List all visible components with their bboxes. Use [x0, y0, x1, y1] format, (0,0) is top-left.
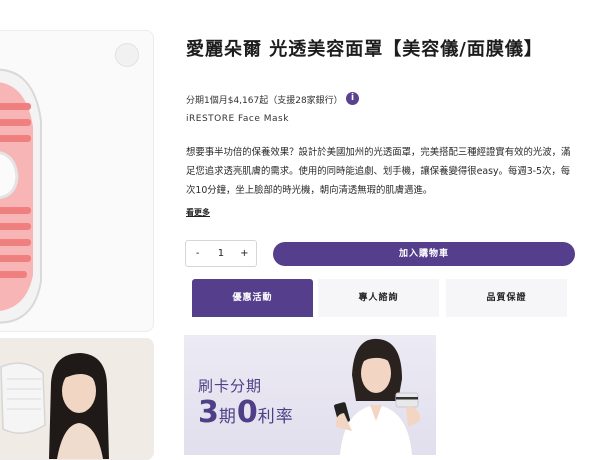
promo-interest-number: 0 [236, 395, 258, 430]
installment-promo-banner[interactable]: 刷卡分期 3期0利率 [184, 335, 436, 455]
brand-name: iRESTORE Face Mask [186, 114, 289, 124]
tab-consultation[interactable]: 專人諮詢 [318, 279, 439, 317]
decrease-quantity-button[interactable]: - [186, 248, 209, 259]
promo-rate: 3期0利率 [198, 395, 294, 430]
product-description: 想要事半功倍的保養效果？設計於美國加州的光透面罩，完美搭配三種經證實有效的光波，… [186, 147, 571, 196]
product-title: 愛麗朵爾 光透美容面罩【美容儀/面膜儀】 [186, 39, 543, 60]
tab-quality-guarantee[interactable]: 品質保證 [446, 279, 567, 317]
installment-text: 分期1個月$4,167起（支援28家銀行） [186, 96, 343, 106]
model-wearing-mask-photo [0, 339, 153, 459]
product-main-image[interactable] [0, 30, 154, 332]
promo-installments-unit: 期 [218, 407, 237, 427]
quantity-value[interactable]: 1 [209, 248, 232, 259]
promo-heading: 刷卡分期 [198, 377, 263, 395]
light-mask-illustration [0, 68, 42, 324]
quantity-stepper: - 1 + [185, 240, 257, 267]
tab-promotions[interactable]: 優惠活動 [192, 279, 313, 317]
increase-quantity-button[interactable]: + [233, 248, 256, 259]
zoom-icon[interactable] [115, 43, 139, 67]
promo-interest-unit: 利率 [257, 407, 294, 427]
info-icon[interactable]: i [346, 92, 359, 105]
promo-installments-number: 3 [198, 395, 219, 430]
read-more-link[interactable]: 看更多 [186, 207, 210, 218]
add-to-cart-button[interactable]: 加入購物車 [273, 242, 575, 266]
product-thumbnail[interactable] [0, 338, 154, 460]
